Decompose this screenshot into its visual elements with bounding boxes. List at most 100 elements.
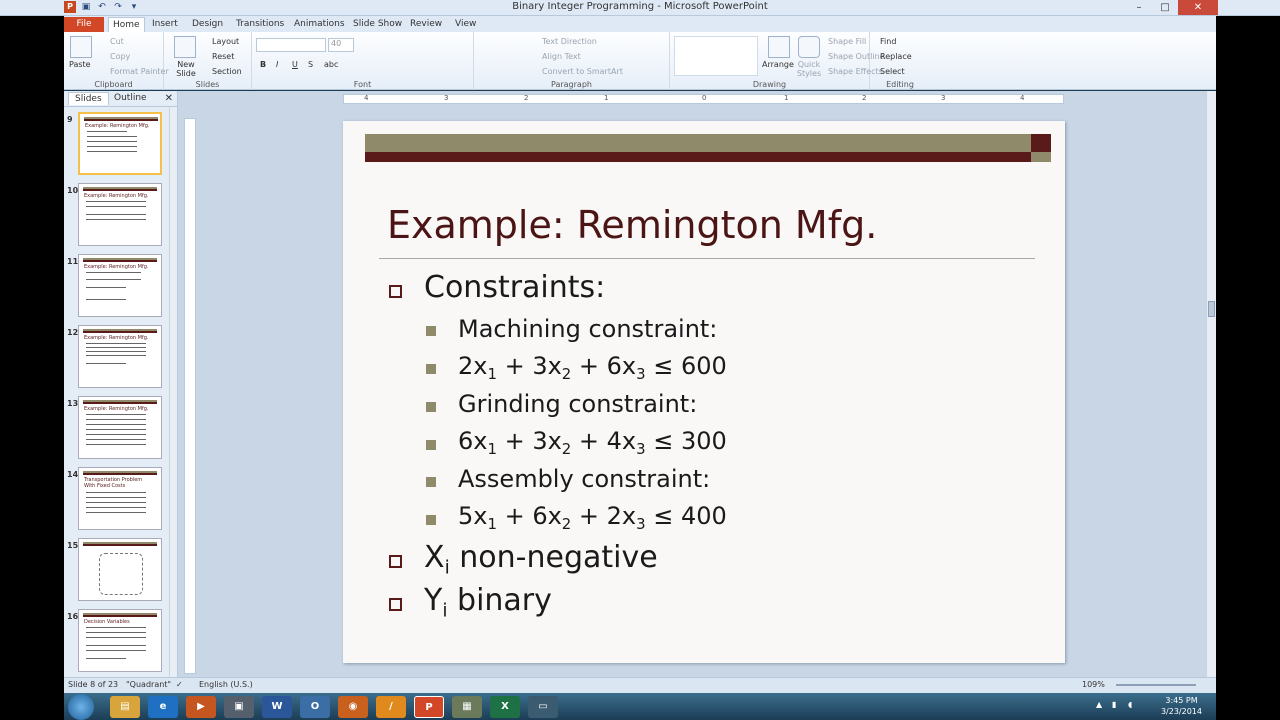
slide-thumbnail[interactable]: Transportation Problem With Fixed Costs <box>78 467 162 530</box>
section-button[interactable]: Section <box>212 67 242 76</box>
network-icon[interactable]: ▮ <box>1112 700 1122 710</box>
minimize-button[interactable]: – <box>1126 0 1152 15</box>
undo-icon[interactable]: ↶ <box>96 1 108 13</box>
tab-outline[interactable]: Outline <box>108 92 153 104</box>
tab-slides[interactable]: Slides <box>68 92 109 105</box>
tab-file[interactable]: File <box>64 17 104 32</box>
tab-review[interactable]: Review <box>406 17 446 32</box>
underline-button[interactable]: U <box>292 60 298 69</box>
align-text-button[interactable]: Align Text <box>542 52 581 61</box>
font-size-box[interactable]: 40 <box>328 38 354 52</box>
find-button[interactable]: Find <box>880 37 896 46</box>
zoom-slider[interactable] <box>1116 684 1196 686</box>
machining-equation[interactable]: 2x1 + 3x2 + 6x3 ≤ 600 <box>458 352 727 382</box>
redo-icon[interactable]: ↷ <box>112 1 124 13</box>
app-icon[interactable]: ▦ <box>452 696 482 718</box>
network-diagram-icon <box>99 553 143 595</box>
close-icon[interactable]: ✕ <box>165 93 173 104</box>
format-painter-button[interactable]: Format Painter <box>110 67 169 76</box>
font-family-box[interactable] <box>256 38 326 52</box>
tab-animations[interactable]: Animations <box>290 17 349 32</box>
bold-button[interactable]: B <box>260 60 266 69</box>
tab-design[interactable]: Design <box>188 17 227 32</box>
new-slide-button[interactable]: New Slide <box>172 60 200 78</box>
assembly-label[interactable]: Assembly constraint: <box>458 465 710 493</box>
maximize-button[interactable]: □ <box>1152 0 1178 15</box>
firefox-icon[interactable]: ◉ <box>338 696 368 718</box>
assembly-equation[interactable]: 5x1 + 6x2 + 2x3 ≤ 400 <box>458 502 727 532</box>
vertical-ruler <box>184 118 196 674</box>
shadow-button[interactable]: S <box>308 60 313 69</box>
save-icon[interactable]: ▣ <box>80 1 92 13</box>
shapes-gallery[interactable] <box>674 36 758 76</box>
slide-thumbnail[interactable]: Decision Variables <box>78 609 162 672</box>
spellcheck-icon[interactable]: ✓ <box>176 680 183 689</box>
close-button[interactable]: ✕ <box>1178 0 1218 15</box>
internet-explorer-icon[interactable]: e <box>148 696 178 718</box>
bullet-xi[interactable]: Xi non-negative <box>424 540 658 577</box>
taskbar-clock[interactable]: 3:45 PM 3/23/2014 <box>1161 695 1202 717</box>
paste-icon[interactable] <box>70 36 92 58</box>
cut-button[interactable]: Cut <box>110 37 124 46</box>
slide-thumbnail[interactable]: Example: Remington Mfg. <box>78 325 162 388</box>
ribbon: Paste Cut Copy Format Painter Clipboard … <box>64 32 1216 90</box>
powerpoint-app-icon[interactable]: P <box>64 1 76 13</box>
volume-icon[interactable]: ◖ <box>1128 700 1138 710</box>
grinding-equation[interactable]: 6x1 + 3x2 + 4x3 ≤ 300 <box>458 427 727 457</box>
slide-thumbnail[interactable]: Example: Remington Mfg. <box>78 112 162 175</box>
quick-styles-icon[interactable] <box>798 36 820 58</box>
text-direction-button[interactable]: Text Direction <box>542 37 597 46</box>
slide-canvas[interactable]: Example: Remington Mfg. Constraints: Mac… <box>343 121 1065 663</box>
app-icon[interactable]: ▭ <box>528 696 558 718</box>
arrange-button[interactable]: Arrange <box>762 60 794 69</box>
tray-arrow-icon[interactable]: ▲ <box>1096 700 1106 710</box>
scrollbar-thumb[interactable] <box>1208 301 1215 317</box>
customize-qat-icon[interactable]: ▾ <box>128 1 140 13</box>
strikethrough-button[interactable]: abc <box>324 60 338 69</box>
editor-scrollbar[interactable] <box>1206 91 1216 677</box>
drawing-group: Arrange Quick Styles Shape Fill Shape Ou… <box>670 32 885 90</box>
explorer-icon[interactable]: ▤ <box>110 696 140 718</box>
slide-thumbnail[interactable]: Example: Remington Mfg. <box>78 254 162 317</box>
app-icon[interactable]: ▣ <box>224 696 254 718</box>
ruler-mark: 2 <box>862 94 867 102</box>
tab-insert[interactable]: Insert <box>148 17 182 32</box>
tab-home[interactable]: Home <box>108 17 145 32</box>
grinding-label[interactable]: Grinding constraint: <box>458 390 697 418</box>
tab-transitions[interactable]: Transitions <box>232 17 288 32</box>
bullet-constraints[interactable]: Constraints: <box>424 270 605 305</box>
panel-scrollbar[interactable] <box>169 107 177 677</box>
tab-view[interactable]: View <box>451 17 480 32</box>
start-button[interactable] <box>68 694 94 720</box>
arrange-icon[interactable] <box>768 36 790 58</box>
slide-title[interactable]: Example: Remington Mfg. <box>387 203 877 247</box>
zoom-level[interactable]: 109% <box>1082 680 1105 689</box>
bullet-yi[interactable]: Yi binary <box>424 583 552 620</box>
copy-button[interactable]: Copy <box>110 52 130 61</box>
app-icon[interactable]: / <box>376 696 406 718</box>
paste-button[interactable]: Paste <box>69 60 91 69</box>
slide-thumbnail[interactable] <box>78 538 162 601</box>
media-player-icon[interactable]: ▶ <box>186 696 216 718</box>
reset-button[interactable]: Reset <box>212 52 234 61</box>
new-slide-icon[interactable] <box>174 36 196 58</box>
replace-button[interactable]: Replace <box>880 52 912 61</box>
convert-smartart-button[interactable]: Convert to SmartArt <box>542 67 623 76</box>
theme-name: "Quadrant" <box>126 680 172 689</box>
outlook-icon[interactable]: O <box>300 696 330 718</box>
editing-group: Find Replace Select Editing <box>870 32 930 90</box>
shape-fill-button[interactable]: Shape Fill <box>828 37 866 46</box>
language-indicator[interactable]: English (U.S.) <box>199 680 253 689</box>
excel-icon[interactable]: X <box>490 696 520 718</box>
slide-thumbnail[interactable]: Example: Remington Mfg. <box>78 183 162 246</box>
word-icon[interactable]: W <box>262 696 292 718</box>
layout-button[interactable]: Layout <box>212 37 239 46</box>
powerpoint-taskbar-icon[interactable]: P <box>414 696 444 718</box>
machining-label[interactable]: Machining constraint: <box>458 315 717 343</box>
quick-styles-button[interactable]: Quick Styles <box>796 60 822 78</box>
letterbox-right <box>1216 0 1280 720</box>
select-button[interactable]: Select <box>880 67 905 76</box>
tab-slide-show[interactable]: Slide Show <box>349 17 406 32</box>
slide-thumbnail[interactable]: Example: Remington Mfg. <box>78 396 162 459</box>
italic-button[interactable]: I <box>276 60 278 69</box>
